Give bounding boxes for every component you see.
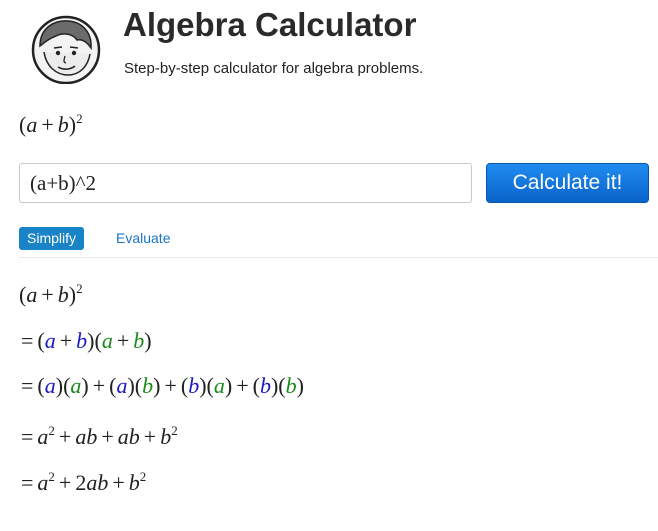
tab-simplify[interactable]: Simplify [19,227,85,250]
step-2: = (a + b)(a + b) [21,328,152,353]
app-subtitle: Step-by-step calculator for algebra prob… [124,60,424,77]
app-title: Algebra Calculator [123,6,417,43]
step-1: (a + b)2 [19,281,83,307]
expression-input[interactable] [19,163,472,203]
mode-tabs: Simplify Evaluate [19,227,658,258]
logo-icon[interactable] [30,12,102,84]
tab-evaluate[interactable]: Evaluate [116,227,170,250]
expression-preview: (a + b)2 [19,111,83,137]
header: Algebra Calculator Step-by-step calculat… [0,0,658,90]
step-3: = (a)(a) + (a)(b) + (b)(a) + (b)(b) [21,373,304,398]
step-5: = a2 +2ab + b2 [21,469,147,495]
calculate-button[interactable]: Calculate it! [486,163,649,203]
step-4: = a2 + ab + ab + b2 [21,423,178,449]
